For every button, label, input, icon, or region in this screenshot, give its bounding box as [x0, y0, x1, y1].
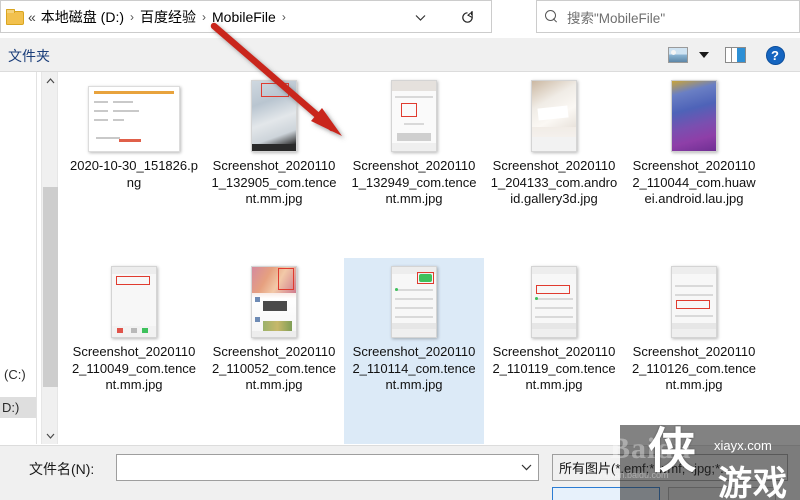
- scrollbar-thumb[interactable]: [43, 187, 58, 387]
- breadcrumb-separator[interactable]: ›: [127, 10, 137, 24]
- breadcrumb-overflow[interactable]: «: [28, 9, 38, 25]
- file-tile[interactable]: Screenshot_20201102_110044_com.huawei.an…: [624, 72, 764, 258]
- file-name: Screenshot_20201102_110044_com.huawei.an…: [632, 158, 756, 206]
- breadcrumb: « 本地磁盘 (D:) › 百度经验 › MobileFile ›: [28, 6, 289, 28]
- thumbnail: [489, 260, 619, 338]
- file-tile[interactable]: Screenshot_20201101_132949_com.tencent.m…: [344, 72, 484, 258]
- file-tile[interactable]: Screenshot_20201101_204133_com.android.g…: [484, 72, 624, 258]
- collage-thumbnail-image: [251, 80, 297, 152]
- search-icon: [545, 9, 559, 24]
- moments-thumbnail-image: [251, 266, 297, 338]
- file-tile[interactable]: Screenshot_20201102_110049_com.tencent.m…: [64, 258, 204, 444]
- help-icon: ?: [765, 45, 785, 65]
- address-bar-row: « 本地磁盘 (D:) › 百度经验 › MobileFile › 搜索"Mob…: [0, 0, 800, 38]
- preview-pane-icon: [724, 47, 746, 63]
- filename-input[interactable]: [116, 454, 539, 481]
- thumbnail: [209, 74, 339, 152]
- file-tile[interactable]: Screenshot_20201102_110126_com.tencent.m…: [624, 258, 764, 444]
- document-thumbnail-image: [88, 86, 180, 152]
- thumbnail: [629, 260, 759, 338]
- thumbnail: [349, 260, 479, 338]
- breadcrumb-item-mobilefile[interactable]: MobileFile: [209, 8, 279, 26]
- file-grid: 2020-10-30_151826.png Screenshot_2020110…: [60, 72, 800, 444]
- file-name: Screenshot_20201102_110114_com.tencent.m…: [352, 344, 476, 392]
- thumbnail: [69, 74, 199, 152]
- scroll-up-chevron-up-icon[interactable]: [42, 72, 59, 89]
- gallery-thumbnail-image: [391, 80, 437, 152]
- toolbar: 文件夹 ?: [0, 38, 800, 72]
- vertical-scrollbar[interactable]: [41, 72, 58, 444]
- refresh-icon[interactable]: [449, 1, 485, 34]
- file-tile[interactable]: Screenshot_20201102_110052_com.tencent.m…: [204, 258, 344, 444]
- filename-chevron-down-icon[interactable]: [521, 462, 532, 474]
- file-name: Screenshot_20201101_132949_com.tencent.m…: [351, 158, 477, 206]
- nav-item-c-drive[interactable]: (C:): [4, 367, 26, 382]
- thumbnail: [69, 260, 199, 338]
- thumbnail: [349, 74, 479, 152]
- file-name: Screenshot_20201102_110119_com.tencent.m…: [492, 344, 616, 392]
- settings-list-thumbnail-image: [391, 266, 437, 338]
- picture-view-icon: [668, 47, 688, 63]
- file-tile[interactable]: Screenshot_20201101_132905_com.tencent.m…: [204, 72, 344, 258]
- photo-thumbnail-image: [531, 80, 577, 152]
- watermark-logo-text: 侠: [648, 425, 699, 478]
- address-bar[interactable]: « 本地磁盘 (D:) › 百度经验 › MobileFile ›: [0, 0, 492, 33]
- address-dropdown-chevron-down-icon[interactable]: [405, 1, 435, 34]
- view-mode-button[interactable]: [662, 40, 694, 70]
- toolbar-right-group: ?: [662, 38, 794, 72]
- file-tile[interactable]: Screenshot_20201102_110119_com.tencent.m…: [484, 258, 624, 444]
- watermark-site-text: xiayx.com: [714, 438, 772, 453]
- file-list-view[interactable]: 2020-10-30_151826.png Screenshot_2020110…: [60, 72, 800, 444]
- file-name: Screenshot_20201101_204133_com.android.g…: [490, 158, 618, 206]
- breadcrumb-item-drive[interactable]: 本地磁盘 (D:): [38, 6, 127, 28]
- file-name: Screenshot_20201102_110049_com.tencent.m…: [71, 344, 197, 392]
- search-placeholder: 搜索"MobileFile": [567, 10, 666, 26]
- watermark-sub-text: 游戏: [718, 465, 788, 500]
- search-input[interactable]: 搜索"MobileFile": [536, 0, 800, 33]
- breadcrumb-separator[interactable]: ›: [279, 10, 289, 24]
- thumbnail: [209, 260, 339, 338]
- nav-item-d-drive[interactable]: D:): [0, 397, 36, 418]
- scroll-down-chevron-down-icon[interactable]: [42, 427, 59, 444]
- file-tile-selected[interactable]: Screenshot_20201102_110114_com.tencent.m…: [344, 258, 484, 444]
- file-tile[interactable]: 2020-10-30_151826.png: [64, 72, 204, 258]
- filename-label: 文件名(N):: [29, 461, 95, 477]
- wallpaper-thumbnail-image: [671, 80, 717, 152]
- preview-pane-button[interactable]: [714, 40, 756, 70]
- settings-list-plain-thumbnail-image: [531, 266, 577, 338]
- chat-search-thumbnail-image: [111, 266, 157, 338]
- view-mode-dropdown[interactable]: [694, 40, 714, 70]
- file-name: 2020-10-30_151826.png: [70, 158, 198, 190]
- breadcrumb-item-baidu[interactable]: 百度经验: [137, 6, 199, 28]
- thumbnail: [629, 74, 759, 152]
- folder-icon: [6, 9, 24, 25]
- breadcrumb-separator[interactable]: ›: [199, 10, 209, 24]
- file-name: Screenshot_20201101_132905_com.tencent.m…: [211, 158, 337, 206]
- navigation-pane: (C:) D:): [0, 72, 37, 444]
- thumbnail: [489, 74, 619, 152]
- chevron-down-icon: [699, 52, 709, 58]
- file-name: Screenshot_20201102_110126_com.tencent.m…: [631, 344, 757, 392]
- file-open-dialog: « 本地磁盘 (D:) › 百度经验 › MobileFile › 搜索"Mob…: [0, 0, 800, 500]
- organize-button[interactable]: 文件夹: [8, 46, 50, 66]
- settings-list-redbox-thumbnail-image: [671, 266, 717, 338]
- help-button[interactable]: ?: [756, 40, 794, 70]
- file-name: Screenshot_20201102_110052_com.tencent.m…: [211, 344, 337, 392]
